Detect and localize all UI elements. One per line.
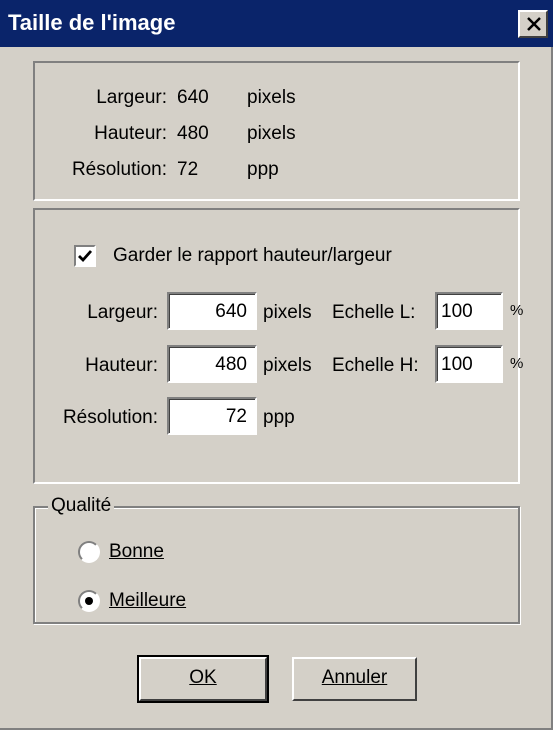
height-input[interactable]: 480 [167, 345, 257, 383]
info-resolution-label: Résolution: [71, 159, 167, 180]
keep-ratio-label[interactable]: Garder le rapport hauteur/largeur [113, 245, 392, 267]
info-height-label: Hauteur: [94, 123, 167, 144]
scale-h-input[interactable]: 100 [435, 345, 503, 383]
width-input[interactable]: 640 [167, 292, 257, 330]
scale-h-label: Echelle H: [332, 355, 419, 376]
resize-width-label: Largeur: [87, 302, 158, 323]
title-bar[interactable]: Taille de l'image [0, 0, 553, 47]
resize-height-unit: pixels [263, 355, 312, 376]
close-button[interactable] [518, 10, 548, 38]
radio-selected-dot [85, 597, 93, 605]
quality-legend: Qualité [48, 495, 115, 517]
info-width-value: 640 [177, 87, 209, 108]
info-panel: Largeur: 640 pixels Hauteur: 480 pixels … [33, 61, 520, 201]
info-width-label: Largeur: [96, 87, 167, 108]
info-height-unit: pixels [247, 123, 296, 144]
image-size-dialog: Taille de l'image Largeur: 640 pixels Ha… [0, 0, 553, 730]
resize-height-label: Hauteur: [85, 355, 158, 376]
quality-group [33, 506, 520, 624]
cancel-button[interactable]: Annuler [292, 657, 417, 701]
close-icon [527, 17, 541, 31]
checkmark-icon [78, 250, 93, 263]
scale-w-label: Echelle L: [332, 302, 416, 323]
window-title: Taille de l'image [8, 10, 176, 35]
scale-w-percent: % [510, 302, 524, 319]
resolution-input[interactable]: 72 [167, 397, 257, 435]
quality-best-label[interactable]: Meilleure [109, 590, 186, 612]
info-width-unit: pixels [247, 87, 296, 108]
resize-panel: Garder le rapport hauteur/largeur Largeu… [33, 208, 524, 484]
ok-button[interactable]: OK [137, 655, 269, 703]
quality-good-label[interactable]: Bonne [109, 541, 164, 563]
info-height-value: 480 [177, 123, 209, 144]
scale-h-percent: % [510, 355, 524, 372]
keep-ratio-checkbox[interactable] [74, 245, 96, 267]
resize-width-unit: pixels [263, 302, 312, 323]
quality-good-radio[interactable] [78, 541, 100, 563]
scale-w-input[interactable]: 100 [435, 292, 503, 330]
resize-resolution-unit: ppp [263, 407, 295, 428]
info-resolution-unit: ppp [247, 159, 279, 180]
info-resolution-value: 72 [177, 159, 199, 180]
resize-resolution-label: Résolution: [62, 407, 158, 428]
quality-best-radio[interactable] [78, 590, 100, 612]
